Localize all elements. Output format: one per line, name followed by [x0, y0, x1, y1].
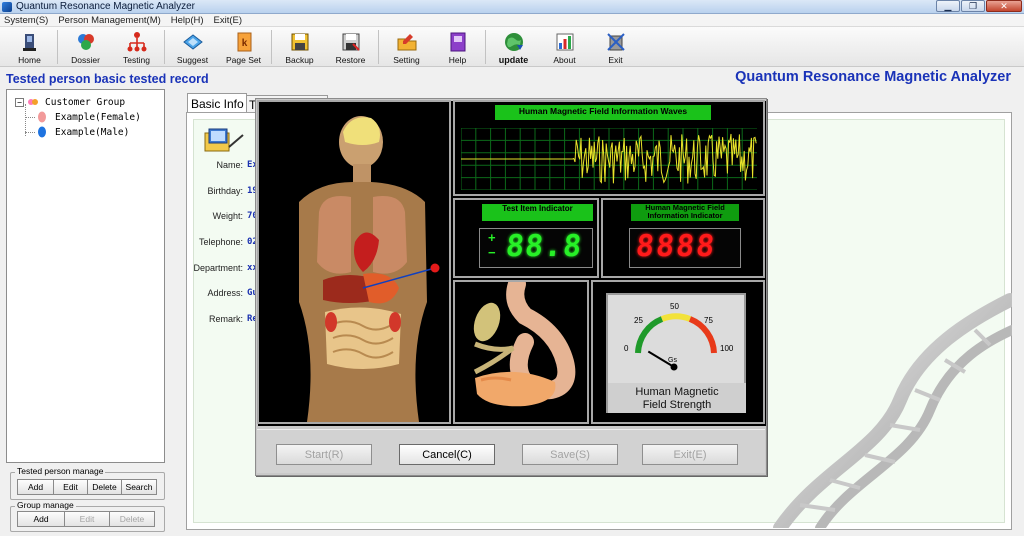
tree-node-customer-group[interactable]: − Customer Group	[15, 96, 125, 108]
start-button[interactable]: Start(R)	[276, 444, 372, 465]
toolbar-help-button[interactable]: Help	[432, 27, 483, 67]
magnetic-wave-graph	[461, 128, 757, 190]
field-information-value: 8888	[634, 229, 719, 264]
gauge-caption: Human Magnetic Field Strength	[608, 383, 746, 413]
tested-person-edit-button[interactable]: Edit	[53, 479, 88, 495]
person-card-icon	[204, 128, 244, 152]
cancel-button[interactable]: Cancel(C)	[399, 444, 495, 465]
window-title: Quantum Resonance Magnetic Analyzer	[16, 1, 195, 12]
record-title: Tested person basic tested record	[6, 72, 209, 86]
testing-icon	[127, 32, 146, 52]
dna-helix-decoration	[773, 293, 1012, 528]
exit-icon	[606, 33, 625, 51]
plus-sign: +	[488, 230, 496, 245]
gauge-unit: Gs	[668, 357, 677, 364]
tested-person-search-button[interactable]: Search	[121, 479, 157, 495]
menu-bar: System(S) Person Management(M) Help(H) E…	[0, 14, 1024, 27]
customer-tree[interactable]: − Customer Group Example(Female) Example…	[6, 89, 165, 463]
home-icon	[22, 34, 36, 51]
field-label-telephone: Telephone:	[198, 237, 243, 247]
setting-icon	[397, 34, 416, 51]
tested-person-delete-button[interactable]: Delete	[87, 479, 122, 495]
page-set-icon: k	[237, 32, 251, 52]
minimize-button[interactable]: ▁	[936, 0, 960, 12]
toolbar-restore-button[interactable]: Restore	[325, 27, 376, 67]
toolbar-testing-button[interactable]: Testing	[111, 27, 162, 67]
toolbar-setting-button[interactable]: Setting	[381, 27, 432, 67]
field-label-weight: Weight:	[212, 211, 243, 221]
test-item-value: 88.8	[504, 229, 585, 264]
field-label-remark: Remark:	[208, 314, 243, 324]
group-icon	[28, 99, 38, 105]
magnetic-waves-pane: Human Magnetic Field Information Waves	[453, 100, 765, 196]
toolbar-page-set-button[interactable]: k Page Set	[218, 27, 269, 67]
maximize-button[interactable]: ❐	[961, 0, 985, 12]
toolbar-backup-button[interactable]: Backup	[274, 27, 325, 67]
update-icon	[504, 33, 523, 51]
human-body-anatomy-image	[299, 116, 440, 422]
minus-sign: −	[488, 245, 496, 260]
tree-item-male[interactable]: Example(Male)	[37, 126, 129, 138]
female-person-icon	[38, 111, 46, 123]
toolbar: Home Dossier Testing Suggest k Page Set …	[0, 27, 1024, 67]
gauge-tick-0: 0	[624, 344, 629, 353]
test-item-indicator-title: Test Item Indicator	[482, 204, 593, 221]
backup-icon	[291, 33, 308, 51]
group-delete-button[interactable]: Delete	[109, 511, 155, 527]
field-information-title: Human Magnetic Field Information Indicat…	[631, 204, 739, 221]
help-icon	[450, 32, 465, 52]
tested-person-manage-group: Tested person manage Add Edit Delete Sea…	[10, 466, 165, 500]
test-item-display: + − 88.8	[479, 228, 593, 268]
group-edit-button[interactable]: Edit	[64, 511, 110, 527]
exit-button[interactable]: Exit(E)	[642, 444, 738, 465]
toolbar-exit-button[interactable]: Exit	[590, 27, 641, 67]
gauge-dial: 0 25 50 75 100 Gs	[624, 302, 734, 371]
test-item-indicator-pane: Test Item Indicator + − 88.8	[453, 198, 599, 278]
toolbar-suggest-button[interactable]: Suggest	[167, 27, 218, 67]
collapse-toggle[interactable]: −	[15, 97, 24, 107]
organ-image-pane	[453, 275, 589, 424]
field-label-department: Department:	[193, 263, 243, 273]
group-add-button[interactable]: Add	[17, 511, 65, 527]
male-person-icon	[38, 126, 46, 138]
field-information-display: 8888	[629, 228, 741, 268]
menu-system[interactable]: System(S)	[4, 15, 48, 26]
restore-icon	[342, 33, 360, 51]
toolbar-dossier-button[interactable]: Dossier	[60, 27, 111, 67]
tab-basic-info[interactable]: Basic Info	[187, 93, 247, 112]
tree-item-female[interactable]: Example(Female)	[37, 111, 141, 123]
stomach-pancreas-image	[473, 275, 576, 407]
gauge-tick-25: 25	[634, 316, 643, 325]
dossier-icon	[77, 34, 94, 50]
suggest-icon	[182, 34, 203, 50]
menu-person-management[interactable]: Person Management(M)	[58, 15, 160, 26]
toolbar-about-button[interactable]: About	[539, 27, 590, 67]
save-button[interactable]: Save(S)	[522, 444, 618, 465]
field-information-indicator-pane: Human Magnetic Field Information Indicat…	[601, 198, 765, 278]
field-label-address: Address:	[207, 288, 243, 298]
field-label-birthday: Birthday:	[207, 186, 243, 196]
toolbar-update-button[interactable]: update	[488, 27, 539, 67]
body-anatomy-pane	[257, 100, 451, 424]
dialog-button-bar: Start(R) Cancel(C) Save(S) Exit(E)	[257, 429, 765, 473]
gauge-pivot	[670, 363, 678, 371]
menu-help[interactable]: Help(H)	[171, 15, 204, 26]
gauge-tick-50: 50	[670, 302, 679, 311]
menu-exit[interactable]: Exit(E)	[214, 15, 243, 26]
svg-text:k: k	[241, 38, 247, 49]
waves-title: Human Magnetic Field Information Waves	[495, 105, 711, 120]
gauge-tick-100: 100	[720, 344, 734, 353]
gauge-tick-75: 75	[704, 316, 713, 325]
toolbar-home-button[interactable]: Home	[4, 27, 55, 67]
field-label-name: Name:	[216, 160, 243, 170]
tested-person-add-button[interactable]: Add	[17, 479, 54, 495]
group-manage-group: Group manage Add Edit Delete	[10, 500, 165, 532]
title-bar: Quantum Resonance Magnetic Analyzer ▁ ❐ …	[0, 0, 1024, 14]
app-icon	[2, 1, 12, 12]
brand-title: Quantum Resonance Magnetic Analyzer	[735, 69, 1011, 85]
about-icon	[556, 33, 573, 51]
close-button[interactable]: ✕	[986, 0, 1022, 12]
